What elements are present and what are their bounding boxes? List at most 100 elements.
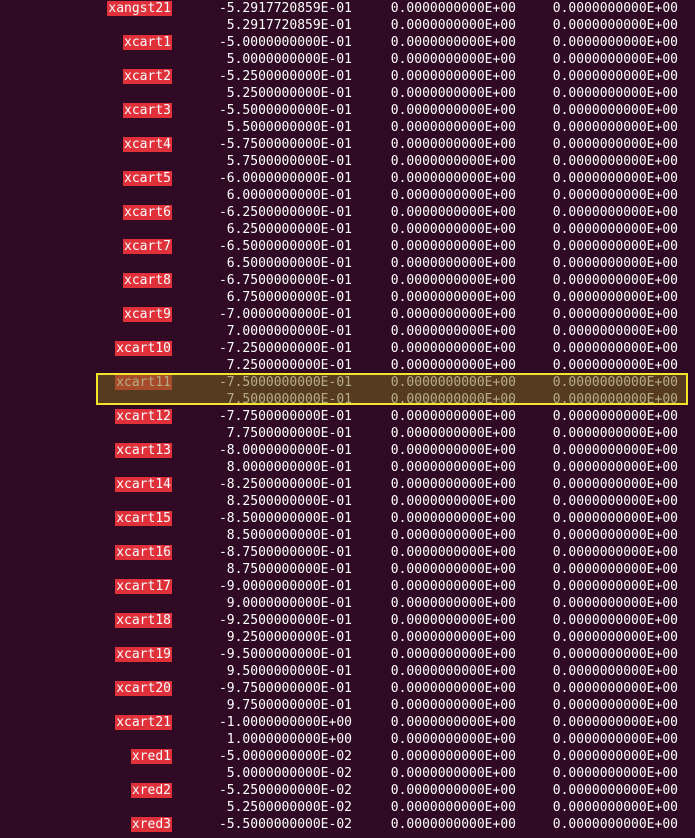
value-col-2: 0.0000000000E+00 <box>390 664 516 679</box>
value-col-1: -5.0000000000E-02 <box>218 749 352 764</box>
value-col-2: 0.0000000000E+00 <box>390 426 516 441</box>
terminal-line: xcart16 -8.7500000000E-01 0.0000000000E+00… <box>0 544 695 561</box>
value-col-1: -5.2917720859E-01 <box>218 1 352 16</box>
value-col-3: 0.0000000000E+00 <box>552 154 678 169</box>
value-col-2: 0.0000000000E+00 <box>390 698 516 713</box>
variable-label: xcart3 <box>123 103 172 118</box>
value-col-2: 0.0000000000E+00 <box>390 749 516 764</box>
value-col-3: 0.0000000000E+00 <box>552 426 678 441</box>
value-col-1: -9.0000000000E-01 <box>218 579 352 594</box>
variable-label-cell: xcart18 <box>115 612 172 629</box>
value-col-2: 0.0000000000E+00 <box>390 171 516 186</box>
value-col-3: 0.0000000000E+00 <box>552 732 678 747</box>
value-col-3: 0.0000000000E+00 <box>552 681 678 696</box>
value-col-1: -5.2500000000E-02 <box>218 783 352 798</box>
variable-label-cell: xcart4 <box>123 136 172 153</box>
variable-label-cell: xcart2 <box>123 68 172 85</box>
value-col-1: 9.7500000000E-01 <box>226 698 352 713</box>
value-col-2: 0.0000000000E+00 <box>390 477 516 492</box>
terminal-line: xcart2 -5.2500000000E-01 0.0000000000E+00 0… <box>0 68 695 85</box>
value-col-1: -6.5000000000E-01 <box>218 239 352 254</box>
value-col-3: 0.0000000000E+00 <box>552 120 678 135</box>
value-col-3: 0.0000000000E+00 <box>552 766 678 781</box>
value-col-2: 0.0000000000E+00 <box>390 494 516 509</box>
value-col-2: 0.0000000000E+00 <box>390 409 516 424</box>
value-col-1: -7.2500000000E-01 <box>218 341 352 356</box>
value-col-3: 0.0000000000E+00 <box>552 86 678 101</box>
variable-label-cell: xcart6 <box>123 204 172 221</box>
value-col-2: 0.0000000000E+00 <box>390 154 516 169</box>
variable-label: xcart21 <box>115 715 172 730</box>
variable-label: xangst21 <box>107 1 172 16</box>
terminal-line: xcart20 -9.7500000000E-01 0.0000000000E+00… <box>0 680 695 697</box>
value-col-1: 9.2500000000E-01 <box>226 630 352 645</box>
value-col-2: 0.0000000000E+00 <box>390 239 516 254</box>
variable-label: xcart9 <box>123 307 172 322</box>
value-col-1: -5.5000000000E-02 <box>218 817 352 832</box>
value-col-3: 0.0000000000E+00 <box>552 409 678 424</box>
variable-label-cell: xcart3 <box>123 102 172 119</box>
variable-label-cell: xcart21 <box>115 714 172 731</box>
terminal-line: xred2 -5.2500000000E-02 0.0000000000E+00 0.… <box>0 782 695 799</box>
value-col-3: 0.0000000000E+00 <box>552 800 678 815</box>
terminal-line: xcart17 -9.0000000000E-01 0.0000000000E+00… <box>0 578 695 595</box>
terminal-line: xcart18 -9.2500000000E-01 0.0000000000E+00… <box>0 612 695 629</box>
value-col-2: 0.0000000000E+00 <box>390 358 516 373</box>
value-col-2: 0.0000000000E+00 <box>390 1 516 16</box>
value-col-1: -6.0000000000E-01 <box>218 171 352 186</box>
value-col-3: 0.0000000000E+00 <box>552 1 678 16</box>
value-col-1: 5.2500000000E-01 <box>226 86 352 101</box>
variable-label-cell: xcart11 <box>115 374 172 391</box>
value-col-2: 0.0000000000E+00 <box>390 596 516 611</box>
value-col-1: 6.5000000000E-01 <box>226 256 352 271</box>
value-col-1: 9.5000000000E-01 <box>226 664 352 679</box>
value-col-3: 0.0000000000E+00 <box>552 137 678 152</box>
value-col-2: 0.0000000000E+00 <box>390 613 516 628</box>
variable-label-cell: xcart16 <box>115 544 172 561</box>
value-col-2: 0.0000000000E+00 <box>390 545 516 560</box>
value-col-1: -8.5000000000E-01 <box>218 511 352 526</box>
value-col-3: 0.0000000000E+00 <box>552 103 678 118</box>
value-col-1: -5.5000000000E-01 <box>218 103 352 118</box>
variable-label: xcart7 <box>123 239 172 254</box>
value-col-2: 0.0000000000E+00 <box>390 120 516 135</box>
terminal-line: xred1 -5.0000000000E-02 0.0000000000E+00 0.… <box>0 748 695 765</box>
terminal-line: xcart14 -8.2500000000E-01 0.0000000000E+00… <box>0 476 695 493</box>
value-col-3: 0.0000000000E+00 <box>552 273 678 288</box>
terminal-line: 6.5000000000E-01 0.0000000000E+00 0.000000… <box>0 255 695 272</box>
value-col-1: 8.2500000000E-01 <box>226 494 352 509</box>
terminal-window[interactable]: xangst21 -5.2917720859E-01 0.0000000000E+0… <box>0 0 695 838</box>
value-col-2: 0.0000000000E+00 <box>390 18 516 33</box>
terminal-line: xcart5 -6.0000000000E-01 0.0000000000E+00 0… <box>0 170 695 187</box>
value-col-3: 0.0000000000E+00 <box>552 188 678 203</box>
terminal-line: 9.5000000000E-01 0.0000000000E+00 0.000000… <box>0 663 695 680</box>
value-col-1: 6.0000000000E-01 <box>226 188 352 203</box>
variable-label-cell: xcart17 <box>115 578 172 595</box>
value-col-1: 7.0000000000E-01 <box>226 324 352 339</box>
value-col-2: 0.0000000000E+00 <box>390 630 516 645</box>
variable-label-cell: xcart10 <box>115 340 172 357</box>
variable-label: xcart4 <box>123 137 172 152</box>
variable-label: xcart15 <box>115 511 172 526</box>
value-col-2: 0.0000000000E+00 <box>390 324 516 339</box>
value-col-3: 0.0000000000E+00 <box>552 35 678 50</box>
value-col-2: 0.0000000000E+00 <box>390 137 516 152</box>
value-col-1: 5.5000000000E-01 <box>226 120 352 135</box>
value-col-1: 5.7500000000E-01 <box>226 154 352 169</box>
variable-label: xred2 <box>130 783 172 798</box>
terminal-line: 8.0000000000E-01 0.0000000000E+00 0.000000… <box>0 459 695 476</box>
value-col-1: 8.0000000000E-01 <box>226 460 352 475</box>
value-col-3: 0.0000000000E+00 <box>552 205 678 220</box>
value-col-2: 0.0000000000E+00 <box>390 681 516 696</box>
value-col-2: 0.0000000000E+00 <box>390 307 516 322</box>
variable-label: xcart2 <box>123 69 172 84</box>
terminal-line: 9.7500000000E-01 0.0000000000E+00 0.000000… <box>0 697 695 714</box>
value-col-3: 0.0000000000E+00 <box>552 715 678 730</box>
value-col-3: 0.0000000000E+00 <box>552 256 678 271</box>
value-col-2: 0.0000000000E+00 <box>390 528 516 543</box>
variable-label-cell: xcart20 <box>115 680 172 697</box>
value-col-2: 0.0000000000E+00 <box>390 460 516 475</box>
value-col-1: -8.2500000000E-01 <box>218 477 352 492</box>
value-col-1: -6.7500000000E-01 <box>218 273 352 288</box>
terminal-line: 5.2917720859E-01 0.0000000000E+00 0.000000… <box>0 17 695 34</box>
